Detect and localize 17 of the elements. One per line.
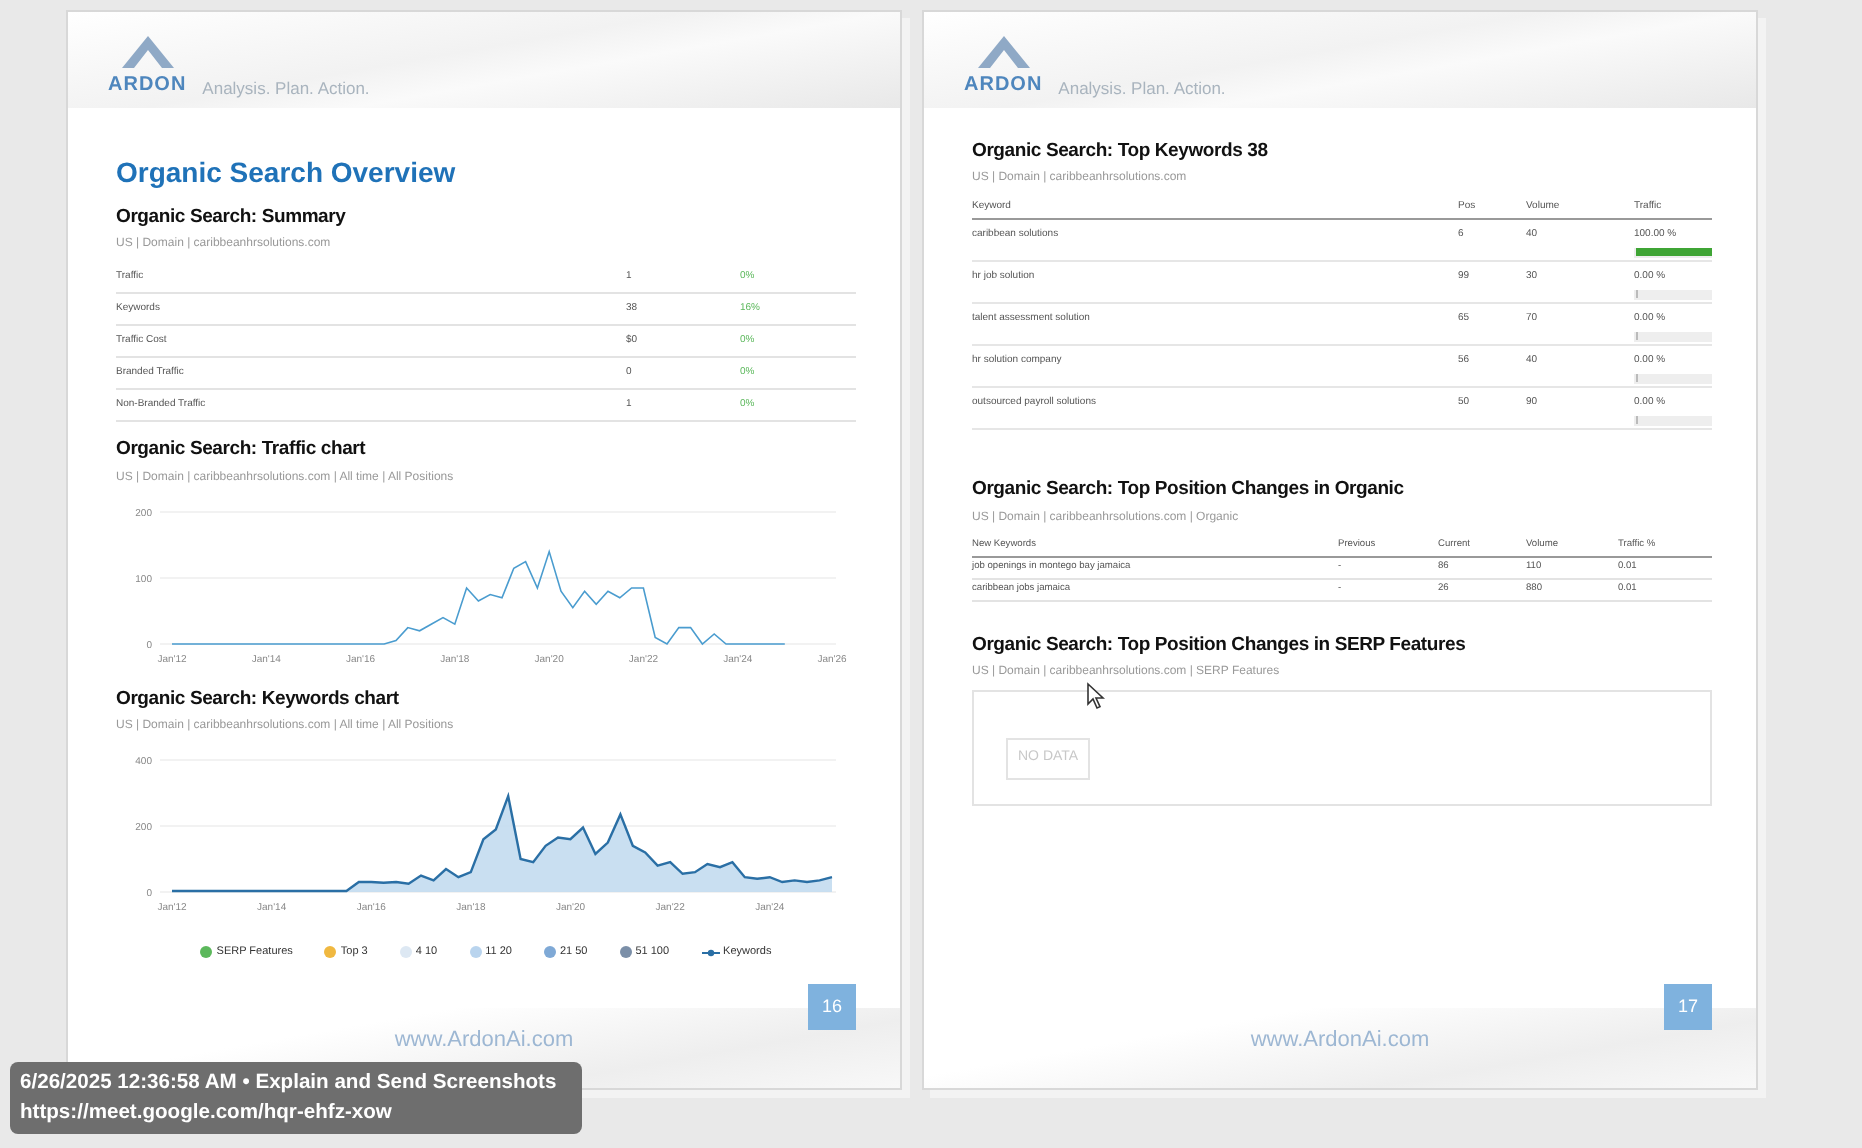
logo-text: ARDON — [108, 76, 187, 96]
section-title: Organic Search: Keywords chart — [116, 687, 401, 710]
caption-text: 6/26/2025 12:36:58 AM • Explain and Send Screenshots — [20, 1070, 559, 1098]
page-number: 16 — [808, 984, 856, 1030]
section-title: Organic Search: Top Position Changes in SERP Features — [972, 633, 1468, 657]
section-title: Organic Search: Traffic chart — [116, 438, 368, 462]
section-title: Organic Search: Top Keywords 38 — [972, 140, 1270, 163]
logo-icon — [973, 36, 1034, 68]
tagline: Analysis. Plan. Action. — [202, 76, 370, 102]
logo-text: ARDON — [964, 76, 1043, 96]
tagline: Analysis. Plan. Action. — [1058, 76, 1226, 102]
logo-icon — [117, 36, 178, 68]
cursor-icon — [1086, 682, 1106, 710]
page-number: 17 — [1664, 984, 1712, 1030]
section-title: Organic Search: Summary — [116, 205, 348, 229]
page-title: Organic Search Overview — [116, 156, 458, 190]
section-title: Organic Search: Top Position Changes in Organic — [972, 478, 1406, 502]
